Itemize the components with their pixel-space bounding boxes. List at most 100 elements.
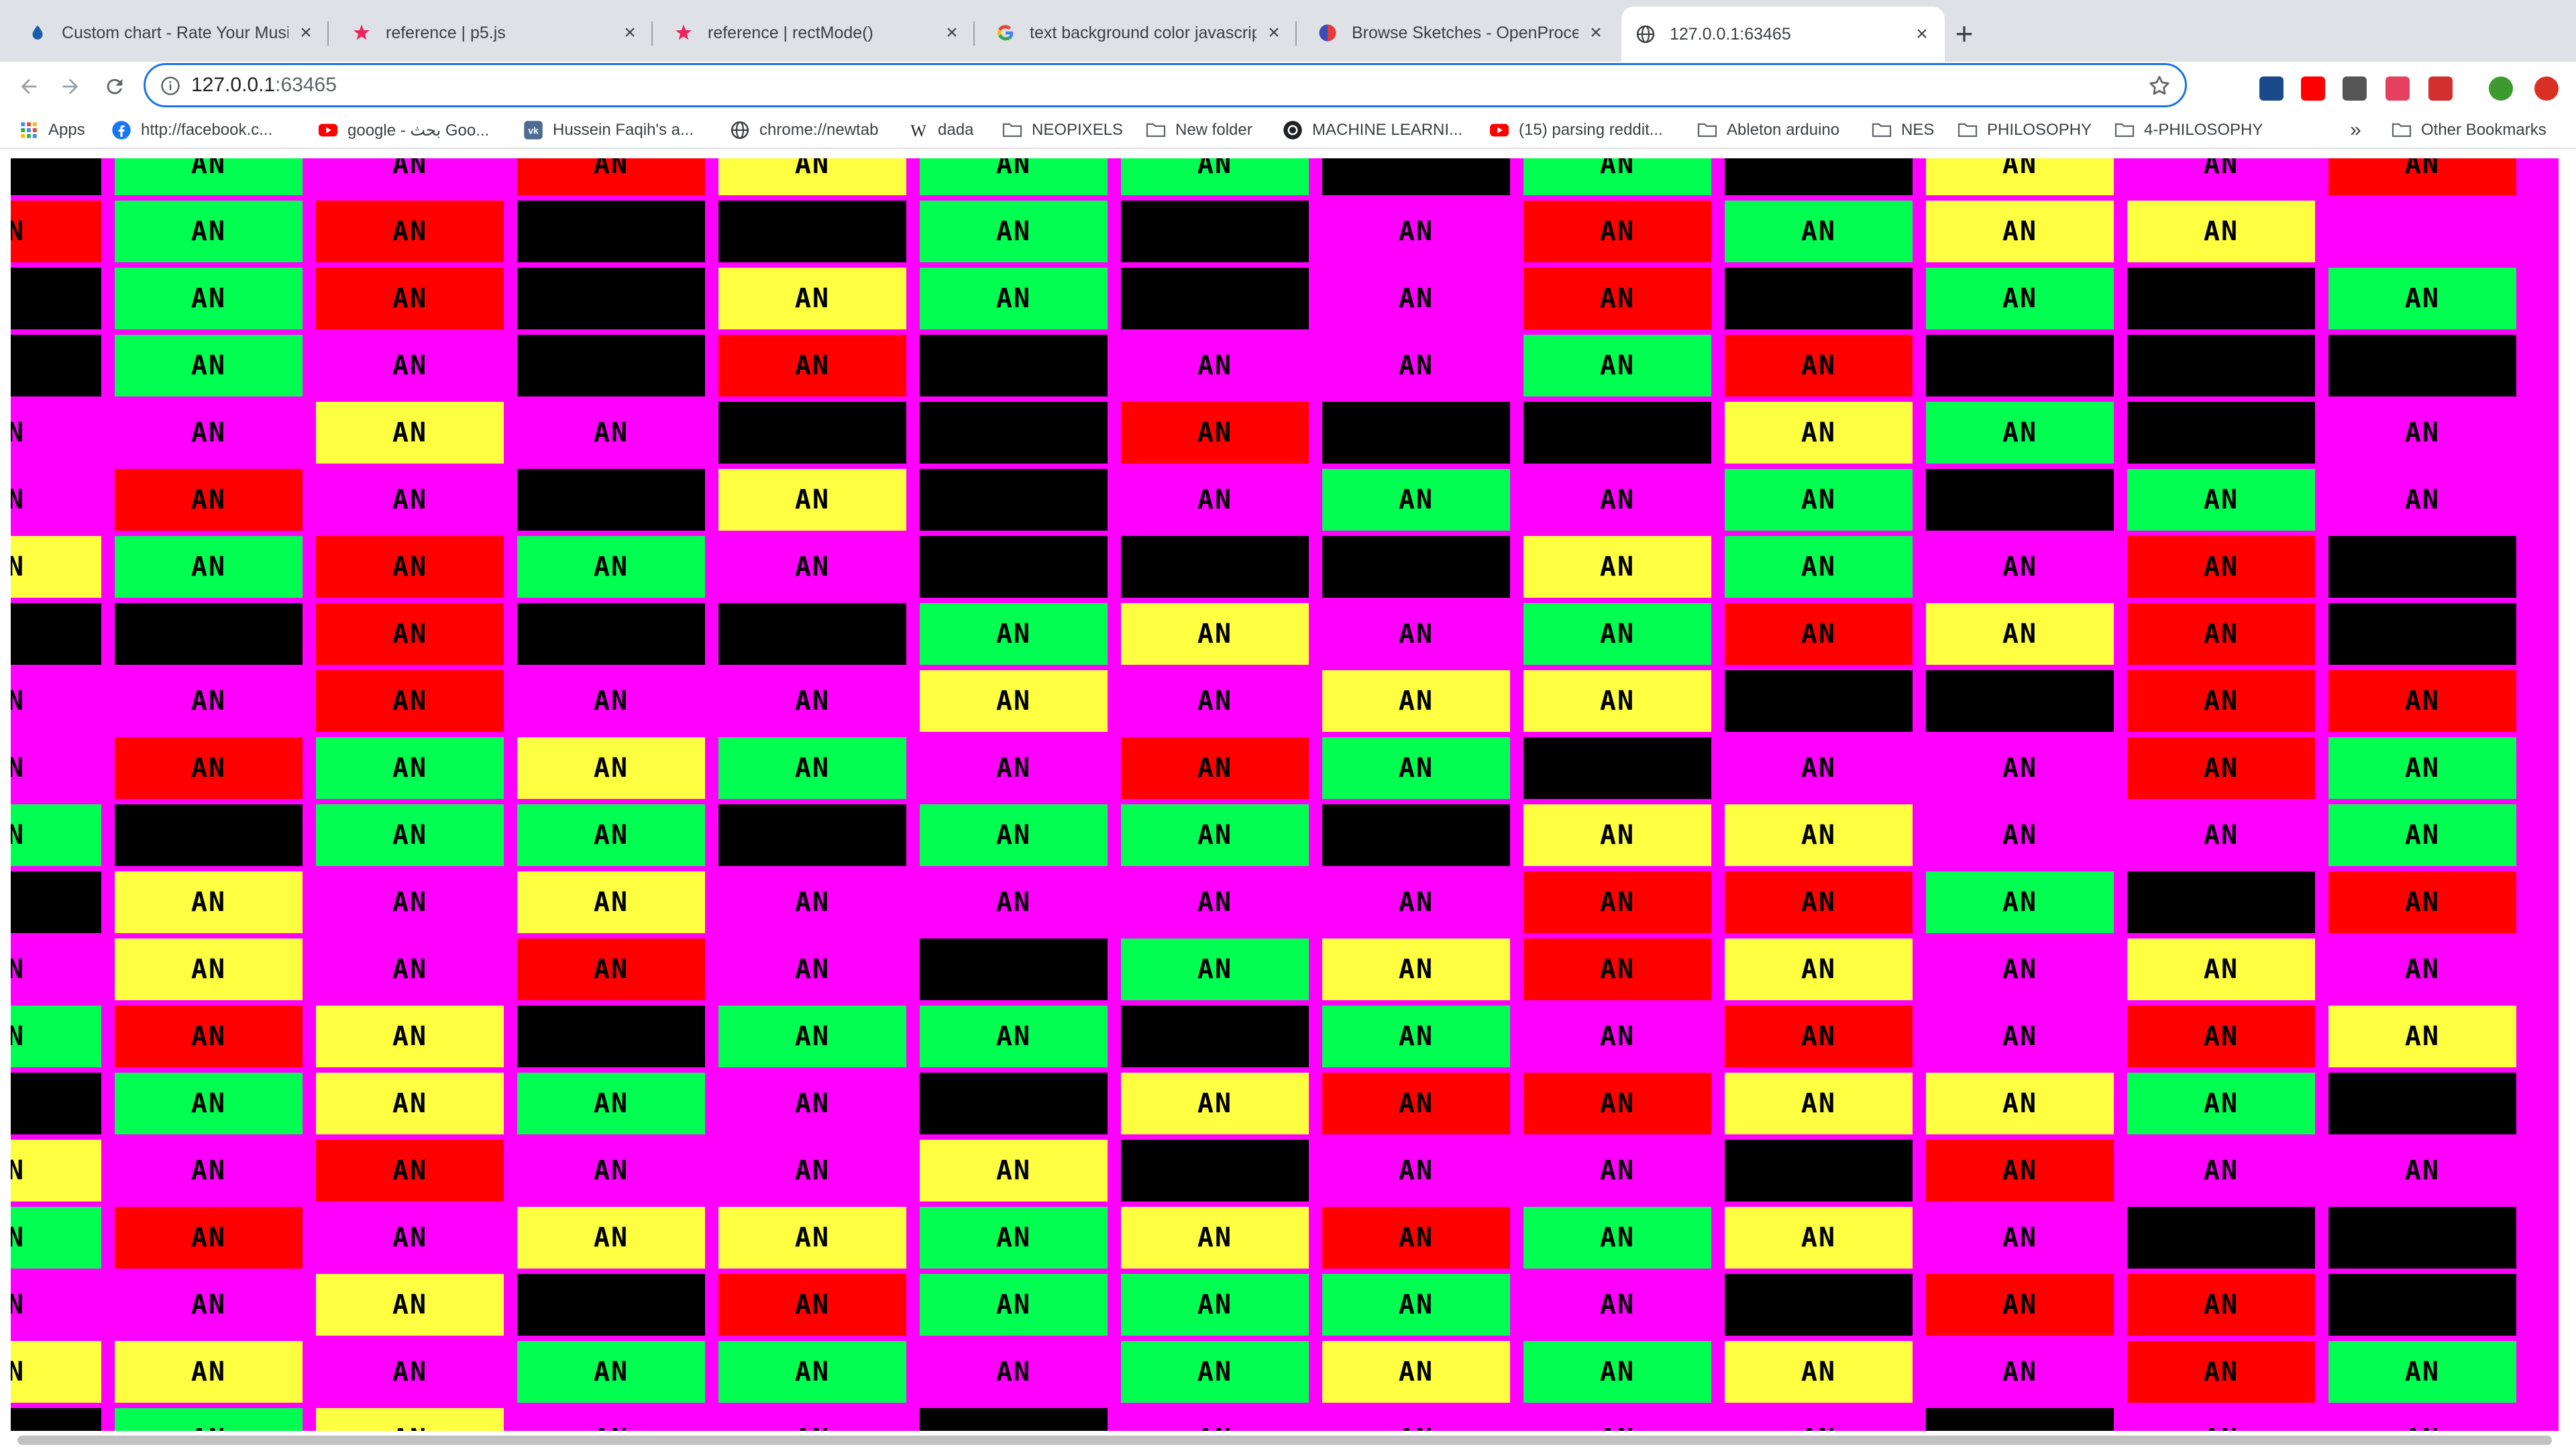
- bookmark-label: dada: [938, 121, 974, 139]
- chart-extension-icon[interactable]: [2259, 76, 2284, 101]
- horizontal-scrollbar[interactable]: [11, 1431, 2559, 1449]
- grid-cell: [1121, 1140, 1309, 1201]
- profile-avatar-icon[interactable]: [2489, 76, 2513, 101]
- bookmark-item[interactable]: Ableton arduino: [1697, 117, 1839, 144]
- tab-separator: [327, 21, 329, 46]
- close-tab-icon[interactable]: ×: [619, 21, 641, 44]
- cell-label: AN: [1197, 753, 1233, 784]
- cell-label: AN: [1197, 158, 1233, 180]
- globe-icon: [1635, 23, 1656, 45]
- info-icon[interactable]: [160, 76, 180, 96]
- cell-label: AN: [11, 686, 25, 716]
- grid-cell: AN: [2127, 1341, 2315, 1403]
- grid-cell: AN: [11, 1140, 101, 1201]
- browser-tab[interactable]: Custom chart - Rate Your Musi ×: [13, 9, 329, 56]
- back-button[interactable]: [12, 70, 46, 103]
- vertical-scrollbar[interactable]: [2559, 158, 2576, 1431]
- grid-cell: AN: [1523, 1207, 1711, 1269]
- new-tab-button[interactable]: +: [1948, 16, 1980, 51]
- bookmark-item[interactable]: http://facebook.c...: [111, 117, 272, 144]
- grid-cell: AN: [2127, 670, 2315, 732]
- grid-cell: [115, 603, 303, 665]
- horizontal-scrollbar-thumb[interactable]: [17, 1436, 2552, 1445]
- grid-cell: [517, 1274, 705, 1336]
- cell-label: AN: [11, 551, 25, 582]
- bookmarks-overflow-button[interactable]: »: [2350, 117, 2361, 144]
- close-tab-icon[interactable]: ×: [941, 21, 963, 44]
- address-bar[interactable]: 127.0.0.1:63465: [144, 63, 2187, 107]
- cell-label: AN: [1801, 1356, 1837, 1387]
- browser-tab[interactable]: reference | rectMode() ×: [659, 9, 975, 56]
- bookmark-item[interactable]: Apps: [19, 117, 85, 144]
- bookmark-item[interactable]: New folder: [1146, 117, 1252, 144]
- grid-cell: AN: [2127, 536, 2315, 598]
- cell-label: AN: [1599, 820, 1635, 851]
- close-tab-icon[interactable]: ×: [1585, 21, 1607, 44]
- face-extension-icon[interactable]: [2343, 76, 2367, 101]
- bookmark-item[interactable]: 4-PHILOSOPHY: [2114, 117, 2263, 144]
- cell-label: AN: [1197, 887, 1233, 918]
- cell-label: AN: [1801, 1424, 1836, 1431]
- bookmark-star-icon[interactable]: [2147, 74, 2171, 98]
- grid-cell: AN: [1121, 335, 1309, 396]
- cell-label: AN: [392, 417, 428, 448]
- cell-label: AN: [2002, 1088, 2038, 1119]
- grid-cell: AN: [11, 402, 101, 464]
- cell-label: AN: [1599, 1289, 1635, 1320]
- grid-cell: AN: [316, 670, 504, 732]
- grid-cell: AN: [1725, 1006, 1913, 1067]
- bookmark-item[interactable]: NEOPIXELS: [1002, 117, 1123, 144]
- close-tab-icon[interactable]: ×: [295, 21, 317, 44]
- cell-label: AN: [392, 1222, 428, 1253]
- browser-tab[interactable]: text background color javascrip ×: [981, 9, 1297, 56]
- url-text[interactable]: 127.0.0.1:63465: [191, 74, 337, 97]
- grid-cell: AN: [1926, 737, 2114, 799]
- grid-cell: [2328, 1274, 2516, 1336]
- cell-label: AN: [794, 1088, 830, 1119]
- cell-label: AN: [1599, 686, 1635, 716]
- close-tab-icon[interactable]: ×: [1263, 21, 1285, 44]
- bookmark-item[interactable]: MACHINE LEARNI...: [1283, 117, 1462, 144]
- grid-cell: AN: [2127, 603, 2315, 665]
- grid-cell: [11, 603, 101, 665]
- cell-label: AN: [191, 753, 227, 784]
- tab-title: Custom chart - Rate Your Musi: [62, 23, 288, 42]
- instagram-extension-icon[interactable]: [2385, 76, 2410, 101]
- bookmark-item[interactable]: google - بحث Goo...: [318, 117, 489, 144]
- cell-label: AN: [794, 484, 830, 515]
- close-tab-icon[interactable]: ×: [1911, 23, 1933, 45]
- folder-icon: [1002, 120, 1022, 140]
- grid-cell: AN: [2127, 1073, 2315, 1134]
- cell-label: AN: [593, 887, 629, 918]
- cell-label: AN: [2002, 753, 2038, 784]
- youtube-extension-icon[interactable]: [2301, 76, 2325, 101]
- browser-tab[interactable]: 127.0.0.1:63465 ×: [1621, 7, 1945, 62]
- cell-label: AN: [794, 954, 830, 985]
- bookmark-item[interactable]: NES: [1872, 117, 1934, 144]
- other-bookmarks[interactable]: Other Bookmarks: [2392, 117, 2546, 144]
- p5-sketch-canvas[interactable]: AN AN AN AN AN AN AN AN AN AN AN AN AN AN AN AN AN AN AN AN…: [11, 158, 2559, 1431]
- cell-label: AN: [996, 820, 1032, 851]
- grid-cell: [920, 938, 1108, 1000]
- bookmark-item[interactable]: (15) parsing reddit...: [1489, 117, 1663, 144]
- grid-cell: AN: [1523, 804, 1711, 866]
- bookmark-item[interactable]: PHILOSOPHY: [1957, 117, 2092, 144]
- cell-label: AN: [392, 1021, 428, 1052]
- grid-cell: AN: [718, 1006, 906, 1067]
- forward-button[interactable]: [54, 70, 87, 103]
- grid-cell: AN: [1322, 670, 1510, 732]
- grid-cell: AN: [316, 804, 504, 866]
- grid-cell: AN: [115, 1140, 303, 1201]
- grid-cell: AN: [1322, 201, 1510, 262]
- reload-button[interactable]: [98, 70, 131, 103]
- browser-tab[interactable]: Browse Sketches - OpenProce ×: [1303, 9, 1619, 56]
- browser-tab[interactable]: reference | p5.js ×: [337, 9, 653, 56]
- grid-cell: AN: [718, 938, 906, 1000]
- bookmark-item[interactable]: vk Hussein Faqih's a...: [523, 117, 694, 144]
- battery-extension-icon[interactable]: [2428, 76, 2453, 101]
- bookmark-label: chrome://newtab: [759, 121, 879, 139]
- url-port: :63465: [275, 74, 337, 96]
- bookmark-item[interactable]: chrome://newtab: [730, 117, 878, 144]
- update-icon[interactable]: [2534, 76, 2559, 101]
- bookmark-item[interactable]: Wdada: [908, 117, 973, 144]
